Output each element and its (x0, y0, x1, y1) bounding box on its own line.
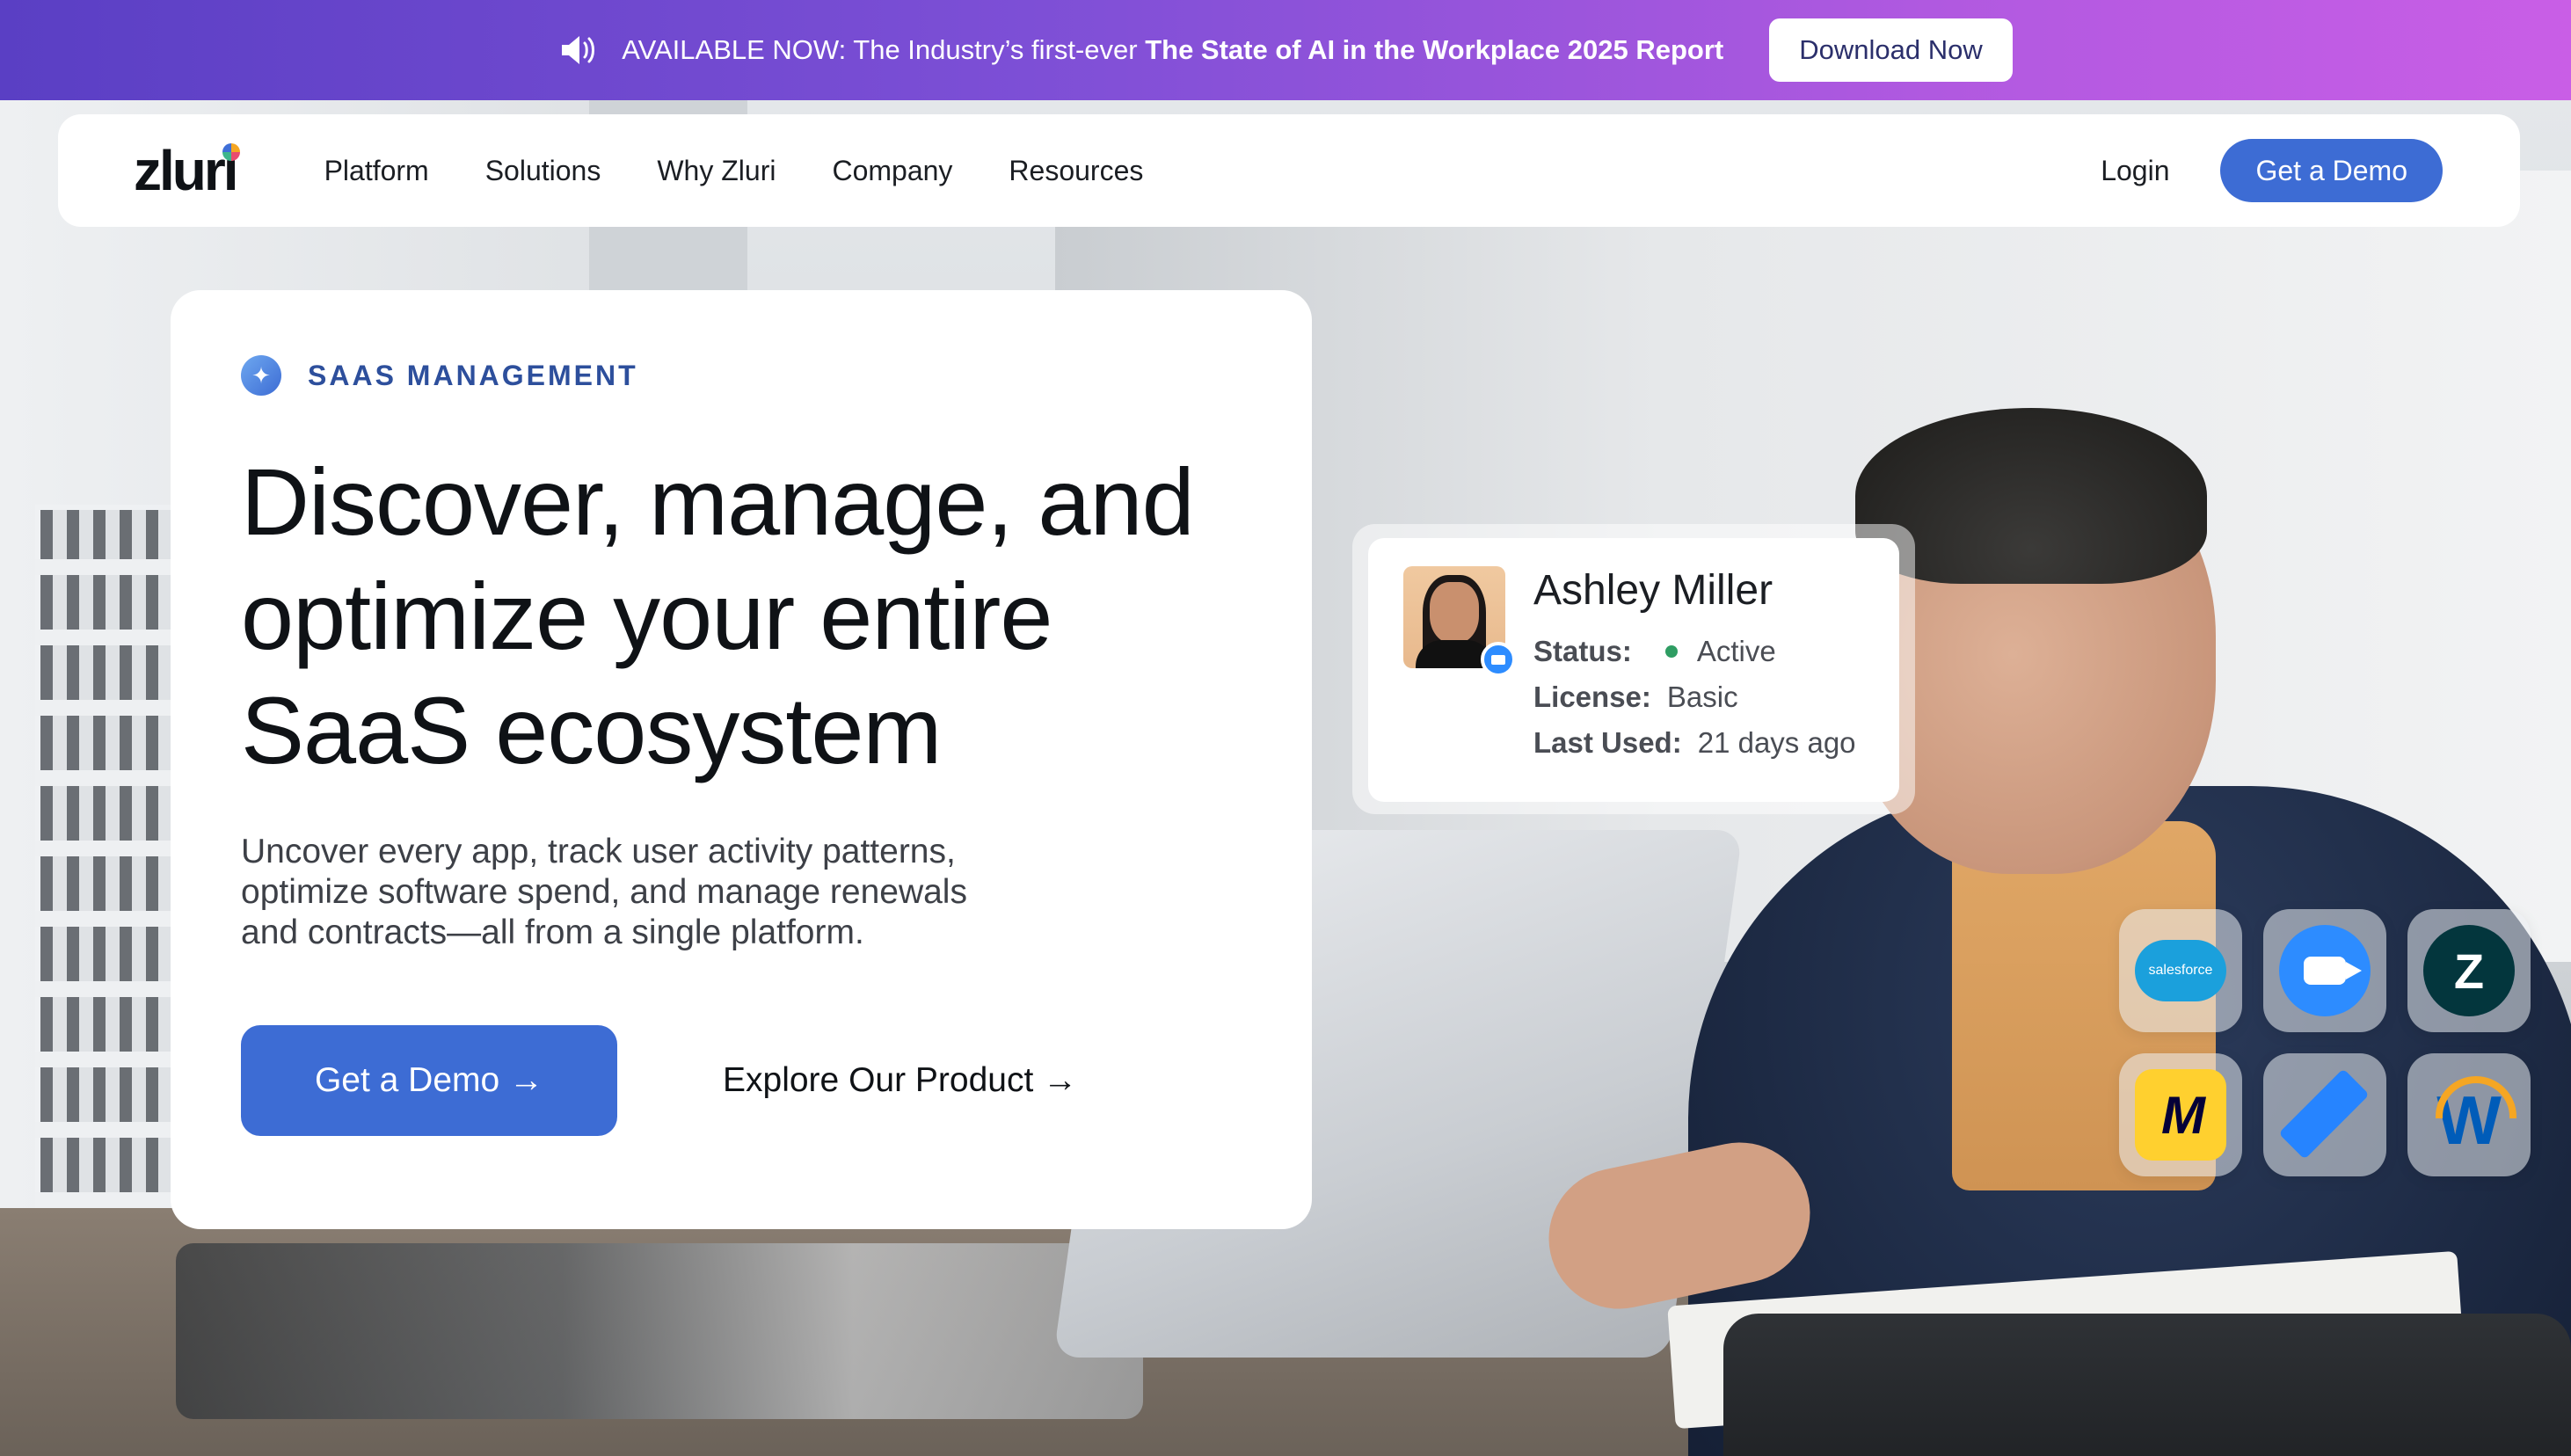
salesforce-icon: salesforce (2119, 909, 2242, 1032)
subhead-line: and contracts—all from a single platform… (241, 914, 864, 951)
nav-get-demo-button[interactable]: Get a Demo (2220, 139, 2443, 202)
status-dot-icon (1664, 645, 1678, 658)
headline-line: SaaS ecosystem (241, 677, 942, 783)
workday-icon: W (2407, 1053, 2531, 1176)
speaker-icon (558, 31, 597, 69)
login-link[interactable]: Login (2101, 155, 2169, 187)
profile-info: Ashley Miller Status: Active License: Ba… (1533, 566, 1856, 774)
zluri-logo[interactable]: zluri (134, 138, 240, 203)
profile-name: Ashley Miller (1533, 567, 1773, 614)
avatar (1403, 566, 1516, 677)
miro-icon: M (2119, 1053, 2242, 1176)
announcement-highlight[interactable]: The State of AI in the Workplace 2025 Re… (1145, 34, 1723, 65)
zendesk-icon: Z (2407, 909, 2531, 1032)
nav-link-platform[interactable]: Platform (324, 155, 429, 187)
eyebrow: ✦ SAAS MANAGEMENT (241, 355, 1242, 396)
headline-line: optimize your entire (241, 563, 1052, 669)
sparkle-icon: ✦ (241, 355, 281, 396)
last-used-value: 21 days ago (1697, 726, 1856, 759)
download-now-button[interactable]: Download Now (1769, 18, 2013, 82)
eyebrow-text: SAAS MANAGEMENT (308, 359, 638, 391)
logo-text: zluri (134, 139, 239, 202)
zoom-badge-icon (1481, 642, 1516, 677)
salesforce-label: salesforce (2135, 940, 2226, 1001)
profile-last-used-row: Last Used: 21 days ago (1533, 720, 1856, 766)
announcement-prefix: AVAILABLE NOW: The Industry’s first-ever (622, 34, 1138, 65)
hero-headline: Discover, manage, and optimize your enti… (241, 445, 1242, 788)
subhead-line: optimize software spend, and manage rene… (241, 873, 967, 911)
hero-subhead: Uncover every app, track user activity p… (241, 832, 1032, 953)
last-used-label: Last Used: (1533, 726, 1682, 759)
main-navbar: zluri Platform Solutions Why Zluri Compa… (58, 114, 2520, 227)
nav-links: Platform Solutions Why Zluri Company Res… (324, 155, 2101, 187)
logo-dot-icon (222, 143, 240, 161)
subhead-line: Uncover every app, track user activity p… (241, 833, 956, 870)
hero-card: ✦ SAAS MANAGEMENT Discover, manage, and … (171, 290, 1312, 1229)
nav-link-resources[interactable]: Resources (1009, 155, 1143, 187)
profile-status-row: Status: Active (1533, 629, 1856, 674)
hero-get-demo-button[interactable]: Get a Demo → (241, 1025, 617, 1136)
headline-line: Discover, manage, and (241, 448, 1195, 555)
status-value: Active (1696, 635, 1776, 667)
explore-product-link[interactable]: Explore Our Product → (723, 1061, 1077, 1100)
license-value: Basic (1666, 681, 1738, 713)
zoom-icon (2263, 909, 2386, 1032)
jira-icon (2263, 1053, 2386, 1176)
license-label: License: (1533, 681, 1651, 713)
app-icon-grid: salesforce Z M W (2119, 909, 2531, 1176)
hero-ctas: Get a Demo → Explore Our Product → (241, 1025, 1242, 1136)
status-label: Status: (1533, 635, 1632, 667)
nav-link-company[interactable]: Company (832, 155, 952, 187)
nav-link-why-zluri[interactable]: Why Zluri (657, 155, 776, 187)
profile-license-row: License: Basic (1533, 674, 1856, 720)
announcement-bar: AVAILABLE NOW: The Industry’s first-ever… (0, 0, 2571, 100)
announcement-text: AVAILABLE NOW: The Industry’s first-ever… (622, 34, 1723, 66)
nav-link-solutions[interactable]: Solutions (485, 155, 601, 187)
user-profile-card: Ashley Miller Status: Active License: Ba… (1368, 538, 1899, 802)
